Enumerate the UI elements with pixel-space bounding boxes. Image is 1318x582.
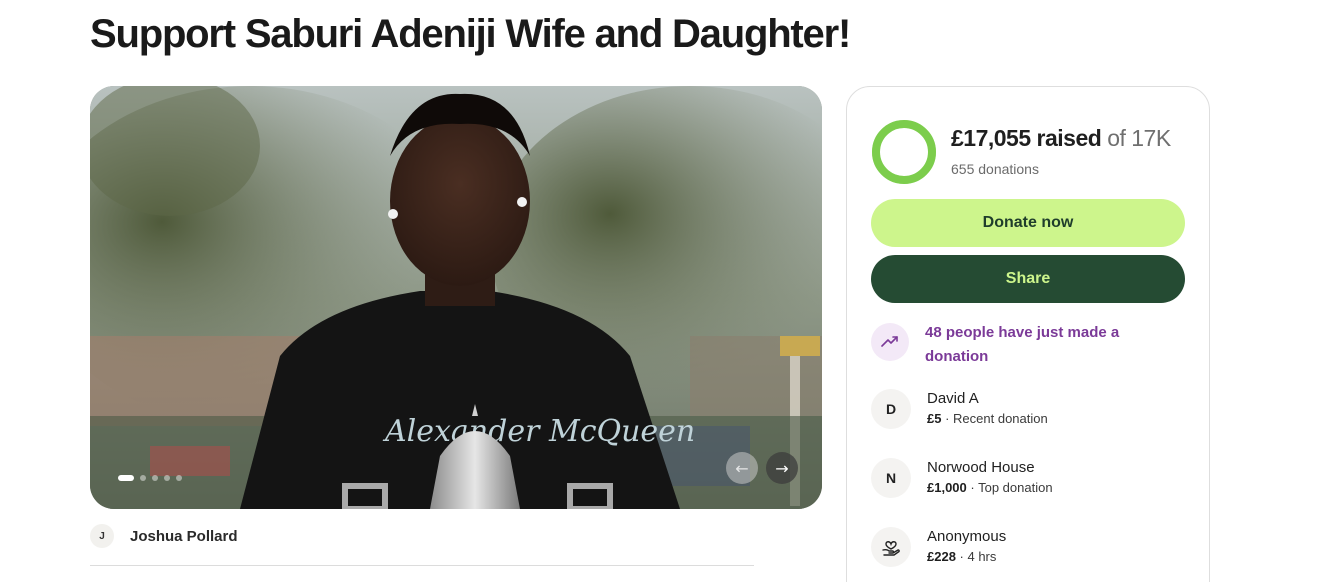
activity-text: 48 people have just made a donation <box>925 324 1120 365</box>
next-slide-button[interactable]: → <box>766 452 798 484</box>
goal-amount: of 17K <box>1107 125 1171 151</box>
donation-detail: Top donation <box>978 480 1053 495</box>
donor-name: Norwood House <box>927 459 1035 476</box>
carousel-dot[interactable] <box>176 475 182 481</box>
donate-now-button[interactable]: Donate now <box>871 199 1185 247</box>
campaign-image: Alexander McQueen <box>90 86 822 509</box>
heart-hand-icon <box>871 527 911 567</box>
donation-meta: £5 · Recent donation <box>927 411 1048 426</box>
raised-amount: £17,055 raised <box>951 125 1102 151</box>
donation-count: 655 donations <box>951 161 1039 177</box>
donation-detail: 4 hrs <box>967 549 997 564</box>
carousel-dot[interactable] <box>152 475 158 481</box>
donation-meta: £228 · 4 hrs <box>927 549 997 564</box>
donation-amount: £1,000 <box>927 480 967 495</box>
donation-amount: £5 <box>927 411 942 426</box>
organiser-name[interactable]: Joshua Pollard <box>130 528 238 545</box>
carousel-dot[interactable] <box>140 475 146 481</box>
recent-activity: 48 people have just made a donation <box>871 323 1165 369</box>
donation-item: Anonymous £228 · 4 hrs <box>871 527 1006 567</box>
donation-amount: £228 <box>927 549 956 564</box>
donation-card: £17,055 raised of 17K 655 donations Dona… <box>846 86 1210 582</box>
shirt-print: Alexander McQueen <box>382 414 695 449</box>
donor-avatar: D <box>871 389 911 429</box>
share-button[interactable]: Share <box>871 255 1185 303</box>
previous-slide-button[interactable]: ← <box>726 452 758 484</box>
arrow-left-icon: ← <box>735 458 749 478</box>
amount-raised: £17,055 raised of 17K <box>951 125 1171 152</box>
arrow-right-icon: → <box>775 458 789 478</box>
donation-item: D David A £5 · Recent donation <box>871 389 1048 429</box>
donor-avatar: N <box>871 458 911 498</box>
divider <box>90 565 754 566</box>
campaign-photo[interactable]: Alexander McQueen <box>90 86 822 509</box>
carousel-indicators[interactable] <box>118 475 182 481</box>
donation-detail: Recent donation <box>953 411 1048 426</box>
organiser-row[interactable]: J Joshua Pollard <box>90 524 238 548</box>
organiser-avatar: J <box>90 524 114 548</box>
donation-meta: £1,000 · Top donation <box>927 480 1053 495</box>
donor-name: David A <box>927 390 979 407</box>
carousel-dot[interactable] <box>118 475 134 481</box>
carousel-dot[interactable] <box>164 475 170 481</box>
donation-item: N Norwood House £1,000 · Top donation <box>871 458 1053 498</box>
trending-up-icon <box>871 323 909 361</box>
progress-ring <box>872 120 936 184</box>
page-title: Support Saburi Adeniji Wife and Daughter… <box>90 12 851 56</box>
donor-name: Anonymous <box>927 528 1007 545</box>
